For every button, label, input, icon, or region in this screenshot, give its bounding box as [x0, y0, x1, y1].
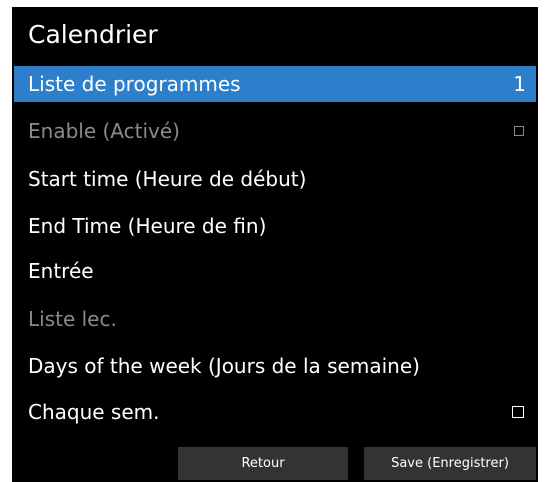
save-button[interactable]: Save (Enregistrer): [364, 447, 536, 480]
program-list-value: 1: [513, 72, 526, 96]
menu-item-every-week[interactable]: Chaque sem.: [14, 394, 536, 430]
menu-item-label: Entrée: [28, 259, 94, 283]
menu-item-playlist: Liste lec.: [14, 301, 536, 337]
menu-item-label: Chaque sem.: [28, 400, 160, 424]
menu-item-enable: Enable (Activé): [14, 113, 536, 149]
menu-item-label: Liste de programmes: [28, 72, 241, 96]
menu-item-label: Liste lec.: [28, 307, 117, 331]
menu-item-label: Enable (Activé): [28, 119, 180, 143]
enable-checkbox-icon: [514, 126, 524, 136]
schedule-panel: Calendrier Liste de programmes 1 Enable …: [12, 7, 538, 482]
menu-item-label: Start time (Heure de début): [28, 167, 307, 191]
menu-item-end-time[interactable]: End Time (Heure de fin): [14, 208, 536, 244]
menu-item-label: End Time (Heure de fin): [28, 214, 267, 238]
back-button[interactable]: Retour: [178, 447, 348, 480]
menu-item-days-of-week[interactable]: Days of the week (Jours de la semaine): [14, 348, 536, 384]
every-week-checkbox-icon[interactable]: [512, 406, 524, 418]
menu-item-input[interactable]: Entrée: [14, 253, 536, 289]
menu-item-program-list[interactable]: Liste de programmes 1: [14, 66, 536, 102]
menu-item-start-time[interactable]: Start time (Heure de début): [14, 161, 536, 197]
menu-item-label: Days of the week (Jours de la semaine): [28, 354, 420, 378]
page-title: Calendrier: [28, 20, 158, 49]
